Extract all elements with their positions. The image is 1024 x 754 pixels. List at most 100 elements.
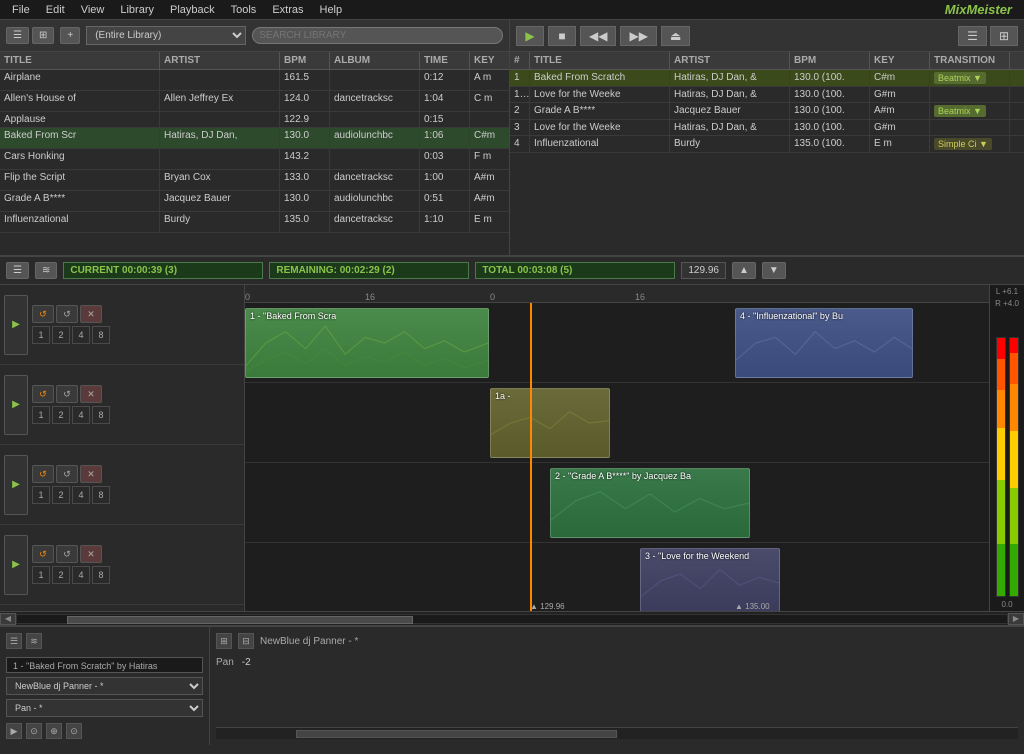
pl-cell-title: Baked From Scratch (530, 70, 670, 86)
bottom-plugin-dropdown-1[interactable]: NewBlue dj Panner - * (6, 677, 203, 695)
grid-view-button[interactable]: ⊞ (32, 27, 54, 44)
br-icon-1[interactable]: ⊞ (216, 633, 232, 649)
timeline-track-2[interactable]: 1a - (245, 383, 989, 463)
track-4-loop-btn[interactable]: ↺ (32, 545, 54, 563)
track-1-num-4[interactable]: 4 (72, 326, 90, 344)
menu-edit[interactable]: Edit (38, 2, 73, 18)
track-2-close-btn[interactable]: ✕ (80, 385, 102, 403)
library-row[interactable]: Cars Honking 143.2 0:03 F m 8 (0, 149, 509, 170)
bl-next-icon[interactable]: ⊙ (66, 723, 82, 739)
playlist-row[interactable]: 1 Baked From Scratch Hatiras, DJ Dan, & … (510, 70, 1024, 87)
scroll-left-arrow[interactable]: ◀ (0, 613, 16, 625)
track-4-close-btn[interactable]: ✕ (80, 545, 102, 563)
track-2-loop-btn[interactable]: ↺ (32, 385, 54, 403)
scroll-thumb[interactable] (67, 616, 414, 624)
bpm-down-btn[interactable]: ▼ (762, 262, 786, 279)
list-view-button[interactable]: ☰ (6, 27, 29, 44)
bottom-scroll-thumb[interactable] (296, 730, 617, 738)
track-block-1a[interactable]: 1 - "Baked From Scra (245, 308, 489, 378)
track-block-2[interactable]: 1a - (490, 388, 610, 458)
forward-button[interactable]: ▶▶ (620, 26, 656, 46)
stop-button[interactable]: ■ (548, 26, 576, 46)
playlist-row[interactable]: 1a Love for the Weeke Hatiras, DJ Dan, &… (510, 87, 1024, 103)
track-3-num-2[interactable]: 2 (52, 486, 70, 504)
track-4-num-8[interactable]: 8 (92, 566, 110, 584)
bl-play-icon[interactable]: ▶ (6, 723, 22, 739)
track-1-num-1[interactable]: 1 (32, 326, 50, 344)
timeline-scrollbar[interactable]: ◀ ▶ (0, 611, 1024, 625)
menu-extras[interactable]: Extras (264, 2, 311, 18)
menu-view[interactable]: View (73, 2, 113, 18)
track-4-num-2[interactable]: 2 (52, 566, 70, 584)
track-2-num-2[interactable]: 2 (52, 406, 70, 424)
library-row[interactable]: Influenzational Burdy 135.0 dancetracksc… (0, 212, 509, 233)
library-row[interactable]: Flip the Script Bryan Cox 133.0 dancetra… (0, 170, 509, 191)
pl-cell-bpm: 130.0 (100. (790, 120, 870, 135)
bpm-up-btn[interactable]: ▲ (732, 262, 756, 279)
playlist-row[interactable]: 2 Grade A B**** Jacquez Bauer 130.0 (100… (510, 103, 1024, 120)
bottom-scrollbar[interactable] (216, 727, 1018, 739)
library-filter-dropdown[interactable]: (Entire Library) (86, 26, 246, 45)
bl-list-icon[interactable]: ☰ (6, 633, 22, 649)
scroll-track[interactable] (16, 614, 1008, 624)
track-2-num-1[interactable]: 1 (32, 406, 50, 424)
lib-cell-album: audiolunchbc (330, 128, 420, 148)
track-3-num-4[interactable]: 4 (72, 486, 90, 504)
track-2-cue-btn[interactable]: ↺ (56, 385, 78, 403)
track-block-1b[interactable]: 4 - "Influenzational" by Bu (735, 308, 913, 378)
library-toolbar: ☰ ⊞ + (Entire Library) (0, 20, 509, 52)
timeline-track-3[interactable]: 2 - "Grade A B****" by Jacquez Ba (245, 463, 989, 543)
menu-library[interactable]: Library (112, 2, 162, 18)
search-input[interactable] (252, 27, 503, 44)
track-2-num-8[interactable]: 8 (92, 406, 110, 424)
library-row[interactable]: Baked From Scr Hatiras, DJ Dan, 130.0 au… (0, 128, 509, 149)
pl-cell-transition: Beatmix ▼ (930, 103, 1010, 119)
track-1-cue-btn[interactable]: ↺ (56, 305, 78, 323)
pl-header-key: KEY (870, 52, 930, 69)
scroll-right-arrow[interactable]: ▶ (1008, 613, 1024, 625)
bl-prev-icon[interactable]: ⊕ (46, 723, 62, 739)
menu-file[interactable]: File (4, 2, 38, 18)
track-4-cue-btn[interactable]: ↺ (56, 545, 78, 563)
track-1-num-8[interactable]: 8 (92, 326, 110, 344)
track-2-num-4[interactable]: 4 (72, 406, 90, 424)
total-time-display: TOTAL 00:03:08 (5) (475, 262, 675, 279)
br-icon-2[interactable]: ⊟ (238, 633, 254, 649)
track-3-loop-btn[interactable]: ↺ (32, 465, 54, 483)
library-row[interactable]: Grade A B**** Jacquez Bauer 130.0 audiol… (0, 191, 509, 212)
tl-wave-btn[interactable]: ≋ (35, 262, 57, 279)
track-1-num-2[interactable]: 2 (52, 326, 70, 344)
pl-view-btn[interactable]: ☰ (958, 26, 987, 46)
menu-help[interactable]: Help (312, 2, 351, 18)
track-3-num-8[interactable]: 8 (92, 486, 110, 504)
track-3-close-btn[interactable]: ✕ (80, 465, 102, 483)
track-4-num-1[interactable]: 1 (32, 566, 50, 584)
track-4-num-4[interactable]: 4 (72, 566, 90, 584)
menu-tools[interactable]: Tools (223, 2, 265, 18)
timeline-track-1[interactable]: 1 - "Baked From Scra 4 - "Influenzationa… (245, 303, 989, 383)
track-3-cue-btn[interactable]: ↺ (56, 465, 78, 483)
pl-cell-key: C#m (870, 70, 930, 86)
tl-list-btn[interactable]: ☰ (6, 262, 29, 279)
menu-playback[interactable]: Playback (162, 2, 223, 18)
bl-stop-icon[interactable]: ⊙ (26, 723, 42, 739)
track-block-3[interactable]: 2 - "Grade A B****" by Jacquez Ba (550, 468, 750, 538)
rewind-button[interactable]: ◀◀ (580, 26, 616, 46)
bottom-plugin-dropdown-2[interactable]: Pan - * (6, 699, 203, 717)
track-3-num-1[interactable]: 1 (32, 486, 50, 504)
library-row[interactable]: Airplane 161.5 0:12 A m 1 (0, 70, 509, 91)
library-row[interactable]: Allen's House of Allen Jeffrey Ex 124.0 … (0, 91, 509, 112)
playlist-row[interactable]: 4 Influenzational Burdy 135.0 (100. E m … (510, 136, 1024, 153)
pl-cell-artist: Hatiras, DJ Dan, & (670, 87, 790, 102)
timeline-track-4[interactable]: 3 - "Love for the Weekend (245, 543, 989, 611)
playlist-row[interactable]: 3 Love for the Weeke Hatiras, DJ Dan, & … (510, 120, 1024, 136)
track-1-loop-btn[interactable]: ↺ (32, 305, 54, 323)
lib-cell-artist (160, 149, 280, 169)
bl-wave-icon[interactable]: ≋ (26, 633, 42, 649)
add-track-button[interactable]: + (60, 27, 80, 44)
track-1-close-btn[interactable]: ✕ (80, 305, 102, 323)
play-button[interactable]: ▶ (516, 26, 544, 46)
library-row[interactable]: Applause 122.9 0:15 (0, 112, 509, 128)
pl-col-btn[interactable]: ⊞ (990, 26, 1018, 46)
eject-button[interactable]: ⏏ (661, 26, 690, 46)
